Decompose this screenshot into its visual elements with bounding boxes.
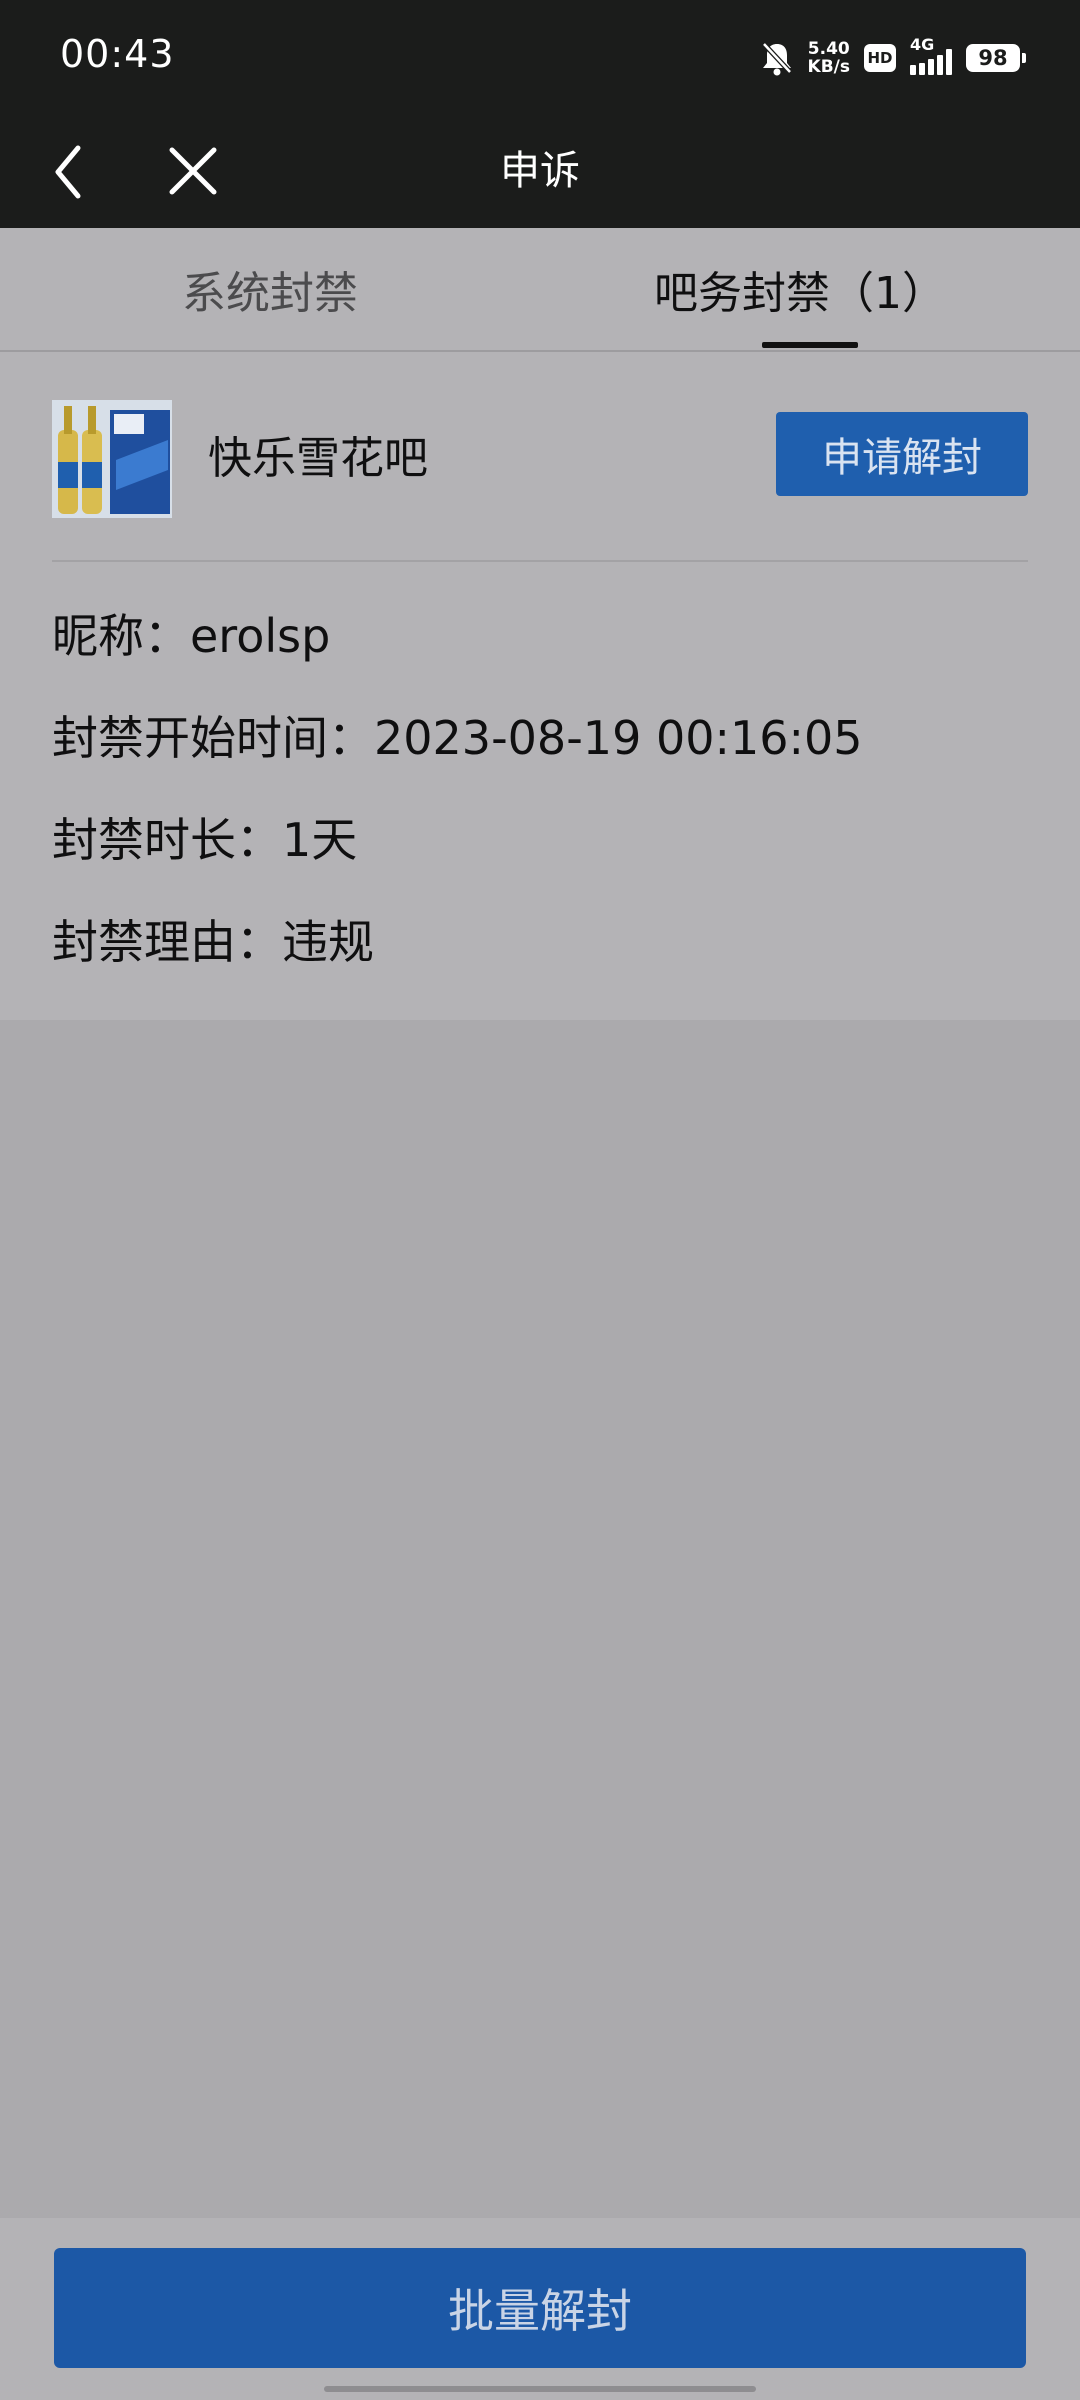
bell-muted-icon [761, 42, 792, 76]
tab-bar: 系统封禁 吧务封禁（1） [0, 228, 1080, 352]
net-speed: 5.40 KB/s [808, 40, 850, 76]
signal-icon: 4G [910, 35, 952, 75]
net-speed-unit: KB/s [807, 57, 850, 77]
home-indicator[interactable] [324, 2386, 756, 2392]
forum-name[interactable]: 快乐雪花吧 [208, 422, 428, 486]
tab-system-ban[interactable]: 系统封禁 [0, 228, 540, 350]
nickname-line: 昵称：erolsp [52, 609, 331, 663]
tab-indicator [762, 342, 858, 348]
status-time: 00:43 [60, 32, 175, 76]
batch-unban-button[interactable]: 批量解封 [54, 2248, 1026, 2368]
apply-unban-button[interactable]: 申请解封 [776, 412, 1028, 496]
signal-label: 4G [910, 35, 935, 54]
forum-avatar[interactable] [52, 400, 172, 518]
title-bar: 申诉 [0, 114, 1080, 228]
ban-duration-line: 封禁时长：1天 [52, 813, 358, 867]
net-speed-value: 5.40 [807, 39, 850, 59]
status-icons: 5.40 KB/s HD 4G 98 [760, 35, 1026, 80]
battery-icon: 98 [966, 44, 1026, 72]
beer-bottles-image [52, 400, 172, 518]
page-title: 申诉 [500, 148, 580, 194]
ban-reason-line: 封禁理由：违规 [52, 915, 374, 969]
ban-start-time-line: 封禁开始时间：2023-08-19 00:16:05 [52, 711, 863, 765]
tab-forum-admin-ban[interactable]: 吧务封禁（1） [540, 228, 1060, 350]
bottom-bar: 批量解封 [0, 2218, 1080, 2400]
hd-icon: HD [864, 44, 896, 72]
forum-row: 快乐雪花吧 申请解封 [52, 400, 1028, 520]
ban-card: 快乐雪花吧 申请解封 昵称：erolsp 封禁开始时间：2023-08-19 0… [0, 352, 1080, 1020]
divider [52, 560, 1028, 562]
status-bar: 00:43 5.40 KB/s HD 4G 98 [0, 0, 1080, 114]
